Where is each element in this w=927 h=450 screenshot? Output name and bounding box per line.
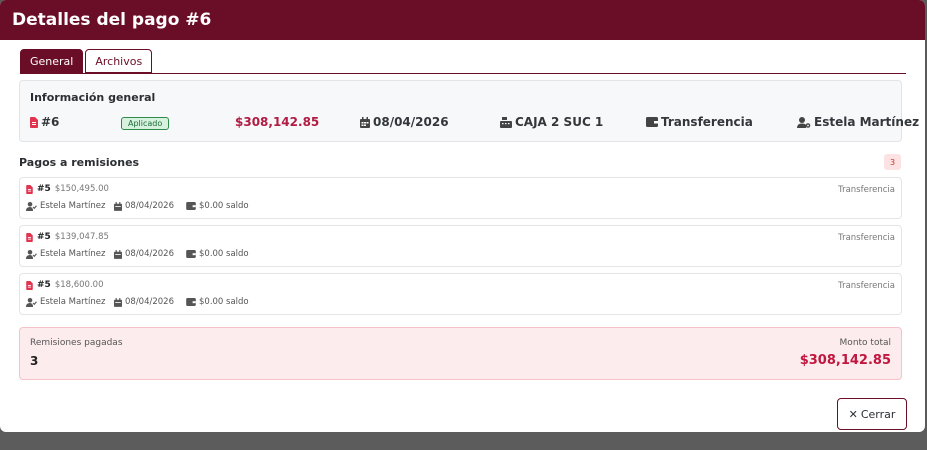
payment-user-text: Estela Martínez bbox=[814, 115, 920, 129]
remision-user: Estela Martínez bbox=[26, 201, 105, 211]
remision-item: #5 $139,047.85 Transferencia Estela Mart… bbox=[19, 225, 902, 267]
payment-id-text: #6 bbox=[41, 115, 60, 129]
remisiones-section-title: Pagos a remisiones bbox=[19, 156, 140, 169]
file-invoice-icon bbox=[30, 116, 38, 128]
remision-item: #5 $18,600.00 Transferencia Estela Martí… bbox=[19, 273, 902, 315]
calendar-icon bbox=[114, 249, 122, 259]
file-invoice-icon bbox=[26, 232, 33, 242]
wallet-icon bbox=[646, 117, 658, 127]
cash-register-icon bbox=[500, 116, 512, 128]
payment-id: #6 bbox=[30, 115, 59, 129]
user-check-icon bbox=[26, 201, 37, 211]
user-check-icon bbox=[26, 297, 37, 307]
totals-summary: Remisiones pagadas 3 Monto total $308,14… bbox=[19, 327, 902, 380]
remision-amount: $150,495.00 bbox=[54, 184, 109, 194]
paid-remisiones-value: 3 bbox=[30, 354, 39, 368]
close-label: Cerrar bbox=[860, 407, 896, 421]
remision-saldo: $0.00 saldo bbox=[186, 297, 249, 307]
remision-date: 08/04/2026 bbox=[114, 297, 174, 307]
wallet-icon bbox=[186, 298, 196, 306]
remision-method: Transferencia bbox=[838, 233, 895, 243]
tab-archivos[interactable]: Archivos bbox=[85, 49, 153, 73]
user-check-icon bbox=[26, 249, 37, 259]
status-badge: Aplicado bbox=[121, 117, 170, 130]
remision-saldo: $0.00 saldo bbox=[186, 249, 249, 259]
paid-remisiones-label: Remisiones pagadas bbox=[30, 338, 123, 348]
payment-date-text: 08/04/2026 bbox=[373, 115, 449, 129]
close-icon: ✕ bbox=[848, 407, 858, 421]
calendar-icon bbox=[114, 201, 122, 211]
calendar-icon bbox=[114, 297, 122, 307]
payment-user: Estela Martínez bbox=[797, 115, 919, 129]
remision-number: #5 bbox=[37, 184, 51, 194]
remision-number: #5 bbox=[37, 232, 51, 242]
remision-number: #5 bbox=[37, 280, 51, 290]
remision-user: Estela Martínez bbox=[26, 297, 105, 307]
remision-date: 08/04/2026 bbox=[114, 201, 174, 211]
modal-header: Detalles del pago #6 bbox=[0, 0, 925, 40]
background-overlay bbox=[0, 432, 927, 450]
payment-details-modal: Detalles del pago #6 General Archivos In… bbox=[0, 0, 925, 432]
cash-register: CAJA 2 SUC 1 bbox=[500, 115, 603, 129]
general-info-row: #6 Aplicado $308,142.85 08/04/2026 CAJA … bbox=[30, 115, 919, 131]
cash-register-text: CAJA 2 SUC 1 bbox=[515, 115, 604, 129]
user-gear-icon bbox=[797, 116, 811, 128]
payment-method-text: Transferencia bbox=[661, 115, 753, 129]
calendar-icon bbox=[360, 116, 370, 128]
payment-amount: $308,142.85 bbox=[235, 115, 320, 129]
remision-date: 08/04/2026 bbox=[114, 249, 174, 259]
wallet-icon bbox=[186, 202, 196, 210]
wallet-icon bbox=[186, 250, 196, 258]
payment-date: 08/04/2026 bbox=[360, 115, 449, 129]
remision-amount: $139,047.85 bbox=[54, 232, 109, 242]
general-info-card: Información general #6 Aplicado $308,142… bbox=[19, 80, 919, 142]
total-amount-label: Monto total bbox=[839, 338, 891, 348]
remision-method: Transferencia bbox=[838, 185, 895, 195]
payment-method: Transferencia bbox=[646, 115, 753, 129]
remision-method: Transferencia bbox=[838, 281, 895, 291]
file-invoice-icon bbox=[26, 280, 33, 290]
remision-amount: $18,600.00 bbox=[54, 280, 104, 290]
remision-saldo: $0.00 saldo bbox=[186, 201, 249, 211]
remision-item: #5 $150,495.00 Transferencia Estela Mart… bbox=[19, 177, 902, 219]
remisiones-count-badge: 3 bbox=[884, 154, 901, 170]
total-amount-value: $308,142.85 bbox=[799, 353, 891, 368]
close-button[interactable]: ✕ Cerrar bbox=[837, 398, 907, 430]
file-invoice-icon bbox=[26, 184, 33, 194]
tab-general[interactable]: General bbox=[20, 49, 84, 73]
modal-title: Detalles del pago #6 bbox=[12, 10, 212, 30]
remision-user: Estela Martínez bbox=[26, 249, 105, 259]
general-info-title: Información general bbox=[30, 91, 156, 104]
tab-bar: General Archivos bbox=[20, 49, 906, 74]
